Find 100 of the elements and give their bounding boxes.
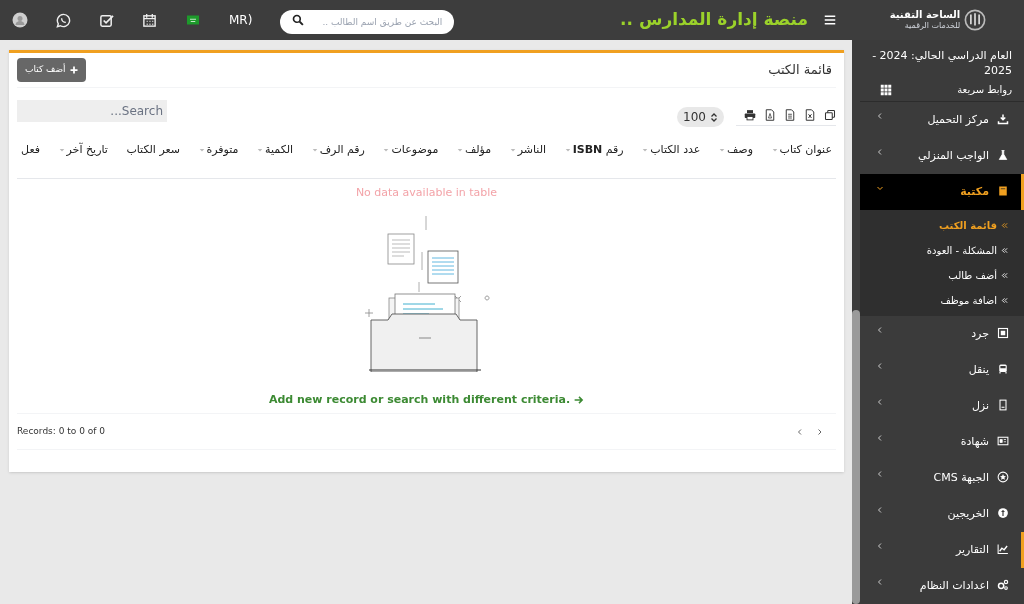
sort-caret-icon bbox=[383, 147, 390, 154]
export-button[interactable] bbox=[804, 108, 816, 121]
chevron-left-icon bbox=[876, 398, 884, 406]
sort-caret-icon bbox=[564, 147, 571, 154]
column-header[interactable]: عنوان كتاب bbox=[771, 142, 832, 159]
sidebar-item[interactable]: ينقل bbox=[860, 352, 1024, 388]
gears-icon bbox=[997, 579, 1009, 591]
sidebar-item[interactable]: اعدادات النظام bbox=[860, 568, 1024, 604]
chevron-down-icon bbox=[876, 184, 884, 192]
double-chevron-icon bbox=[1001, 297, 1008, 304]
add-record-link[interactable]: Add new record or search with different criteria. bbox=[268, 391, 585, 408]
academic-year: العام الدراسي الحالي: 2024 - 2025 bbox=[872, 48, 1012, 78]
flask-icon bbox=[997, 149, 1009, 161]
double-chevron-icon bbox=[1001, 272, 1008, 279]
column-header[interactable]: عدد الكتاب bbox=[642, 142, 701, 159]
records-count: Records: 0 to 0 of 0 bbox=[17, 424, 105, 438]
copy-icon bbox=[824, 108, 836, 121]
chevron-left-icon bbox=[876, 578, 884, 586]
column-header[interactable]: الكمية bbox=[257, 142, 294, 159]
column-header[interactable]: تاريخ آخر bbox=[58, 142, 108, 159]
sort-arrows-icon bbox=[710, 112, 718, 122]
profile-button[interactable] bbox=[12, 12, 28, 28]
chart-icon bbox=[997, 543, 1009, 555]
sidebar-item[interactable]: الواجب المنزلي bbox=[860, 138, 1024, 174]
submenu-item[interactable]: أضف طالب bbox=[860, 263, 1024, 288]
sidebar-item[interactable]: الجبهة CMS bbox=[860, 460, 1024, 496]
phone-icon bbox=[997, 399, 1009, 411]
tasks-button[interactable] bbox=[99, 12, 114, 28]
chevron-right-icon bbox=[816, 427, 824, 436]
app-title: منصة إدارة المدارس .. bbox=[620, 8, 808, 32]
submenu-item[interactable]: اضافة موظف bbox=[860, 288, 1024, 313]
export-button[interactable] bbox=[764, 108, 776, 121]
chevron-left-icon bbox=[876, 148, 884, 156]
chevron-left-icon bbox=[876, 542, 884, 550]
next-page-button[interactable] bbox=[816, 427, 824, 436]
scrollbar-thumb[interactable] bbox=[852, 310, 860, 604]
chevron-left-icon bbox=[876, 506, 884, 514]
column-header[interactable]: موضوعات bbox=[383, 142, 439, 159]
calendar-icon bbox=[142, 12, 157, 28]
column-header: سعر الكتاب bbox=[126, 142, 180, 158]
export-button[interactable] bbox=[784, 108, 796, 121]
empty-table-message: No data available in table bbox=[355, 185, 498, 201]
chevron-left-icon bbox=[876, 434, 884, 442]
page-size-select[interactable]: 100 bbox=[677, 107, 724, 127]
sort-caret-icon bbox=[456, 147, 463, 154]
flag-icon bbox=[185, 14, 201, 26]
excel-file-icon bbox=[804, 108, 816, 121]
double-chevron-icon bbox=[1001, 222, 1008, 229]
submenu-item[interactable]: المشكلة - العودة bbox=[860, 238, 1024, 263]
search-field[interactable]: البحث عن طريق اسم الطالب .. bbox=[280, 10, 455, 34]
export-button[interactable] bbox=[824, 108, 836, 121]
double-chevron-icon bbox=[1001, 247, 1008, 254]
logo-subtext: للخدمات الرقمية bbox=[903, 22, 961, 30]
column-header[interactable]: مؤلف bbox=[456, 142, 492, 159]
sidebar-item[interactable]: نزل bbox=[860, 388, 1024, 424]
star-badge-icon bbox=[997, 471, 1009, 483]
submenu-item[interactable]: قائمة الكتب bbox=[860, 213, 1024, 238]
quick-links[interactable]: روابط سريعة bbox=[957, 82, 1012, 97]
sort-caret-icon bbox=[642, 147, 649, 154]
sidebar-item[interactable]: شهادة bbox=[860, 424, 1024, 460]
card-title: قائمة الكتب bbox=[768, 61, 832, 80]
chevron-left-icon bbox=[876, 112, 884, 120]
sidebar-item[interactable]: جرد bbox=[860, 316, 1024, 352]
calendar-button[interactable] bbox=[142, 12, 157, 28]
sort-caret-icon bbox=[198, 147, 205, 154]
menu-icon bbox=[824, 14, 836, 26]
plus-icon bbox=[69, 66, 78, 74]
pdf-file-icon bbox=[764, 108, 776, 121]
chevron-left-icon bbox=[876, 362, 884, 370]
avatar-icon bbox=[12, 12, 28, 28]
sort-caret-icon bbox=[311, 147, 318, 154]
chevron-left-icon bbox=[796, 427, 804, 436]
text-file-icon bbox=[784, 108, 796, 121]
sidebar-item[interactable]: مكتبة bbox=[860, 174, 1024, 210]
chevron-left-icon bbox=[876, 470, 884, 478]
language-selector[interactable]: MR) bbox=[229, 11, 253, 29]
sort-caret-icon bbox=[509, 147, 516, 154]
search-icon bbox=[292, 14, 305, 26]
sort-caret-icon bbox=[718, 147, 725, 154]
flag-button[interactable] bbox=[185, 14, 201, 26]
print-icon bbox=[744, 108, 756, 121]
column-header[interactable]: الناشر bbox=[509, 142, 547, 159]
download-icon bbox=[997, 113, 1009, 125]
frame-icon bbox=[997, 327, 1009, 339]
column-header: فعل bbox=[21, 142, 40, 158]
sort-caret-icon bbox=[257, 147, 264, 154]
add-book-button[interactable]: أضف كتاب bbox=[17, 58, 86, 82]
column-header[interactable]: وصف bbox=[718, 142, 753, 159]
column-header[interactable]: متوفرة bbox=[198, 142, 239, 159]
checkbox-icon bbox=[99, 12, 114, 28]
sidebar-item[interactable]: الخريجين bbox=[860, 496, 1024, 532]
sort-caret-icon bbox=[771, 147, 778, 154]
id-card-icon bbox=[997, 435, 1009, 447]
chevron-left-icon bbox=[876, 326, 884, 334]
menu-button[interactable] bbox=[824, 14, 836, 26]
book-icon bbox=[997, 185, 1009, 197]
sidebar-item[interactable]: مركز التحميل bbox=[860, 102, 1024, 138]
search-field[interactable]: Search... bbox=[17, 100, 167, 122]
column-header[interactable]: رقم الرف bbox=[311, 142, 365, 159]
export-button[interactable] bbox=[744, 108, 756, 121]
